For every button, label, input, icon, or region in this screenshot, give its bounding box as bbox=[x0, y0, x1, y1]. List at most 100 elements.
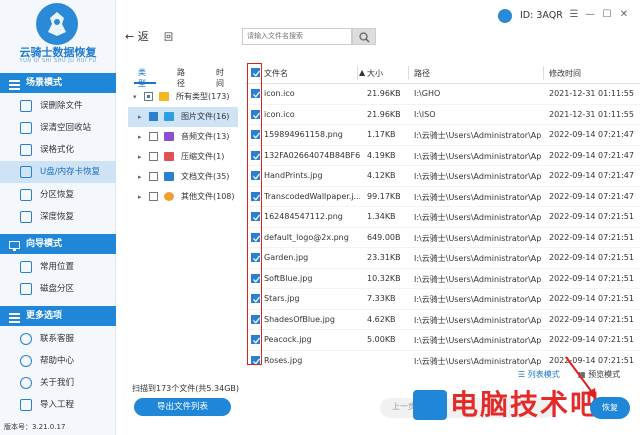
nav-recycle-bin[interactable]: 误清空回收站 bbox=[0, 117, 116, 139]
column-path[interactable]: 路径 bbox=[414, 68, 430, 79]
tree-checkbox[interactable] bbox=[144, 92, 153, 101]
cell-size: 5.00KB bbox=[367, 335, 396, 344]
nav-contact-support[interactable]: 联系客服 bbox=[0, 328, 116, 350]
search-input[interactable] bbox=[242, 28, 352, 45]
cell-size: 23.31KB bbox=[367, 253, 401, 262]
cell-name: Peacock.jpg bbox=[264, 335, 312, 344]
table-row[interactable]: TranscodedWallpaper.j... 99.17KB I:\云骑士\Us… bbox=[245, 187, 640, 207]
cell-size: 649.00B bbox=[367, 232, 401, 242]
search-icon bbox=[359, 32, 370, 43]
logo-knight-icon bbox=[36, 3, 78, 45]
cell-name: 159894961158.png bbox=[264, 130, 343, 139]
back-button[interactable]: ← 返 bbox=[125, 28, 149, 44]
nav-help-center[interactable]: 帮助中心 bbox=[0, 350, 116, 372]
tree-checkbox[interactable] bbox=[149, 152, 158, 161]
file-table: 文件名 ▲ 大小 路径 修改时间 icon.ico 21.96KB I:\GHO 20… bbox=[245, 62, 640, 367]
nav-disk-partition[interactable]: 磁盘分区 bbox=[0, 278, 116, 300]
cell-path: I:\云骑士\Users\Administrator\Ap... bbox=[414, 172, 542, 181]
nav-about-us[interactable]: 关于我们 bbox=[0, 372, 116, 394]
table-row[interactable]: icon.ico 21.96KB I:\ISO 2021-12-31 01:11:55 bbox=[245, 105, 640, 125]
home-button[interactable]: 回 bbox=[164, 30, 173, 43]
active-tab-indicator bbox=[134, 82, 156, 84]
chevron-right-icon: ▸ bbox=[138, 153, 142, 161]
cell-size: 21.96KB bbox=[367, 89, 401, 98]
cell-path: I:\云骑士\Users\Administrator\Ap... bbox=[414, 315, 542, 325]
column-divider bbox=[543, 66, 544, 80]
close-button[interactable]: ✕ bbox=[618, 9, 630, 21]
nav-deep-recovery[interactable]: 深度恢复 bbox=[0, 206, 116, 228]
tree-item-archive[interactable]: ▸ 压缩文件(1) bbox=[128, 147, 238, 167]
table-row[interactable]: HandPrints.jpg 4.12KB I:\云骑士\Users\Adminis… bbox=[245, 166, 640, 187]
section-scene-mode[interactable]: 场景模式 bbox=[0, 73, 116, 93]
cell-mtime: 2022-09-14 07:21:51 bbox=[549, 212, 634, 221]
nav-label: 联系客服 bbox=[40, 334, 75, 344]
cell-mtime: 2021-12-31 01:11:55 bbox=[549, 109, 634, 119]
disk-icon bbox=[20, 283, 32, 295]
sort-icon[interactable]: ▲ bbox=[359, 68, 365, 77]
table-row[interactable]: 159894961158.png 1.17KB I:\云骑士\Users\Admin… bbox=[245, 125, 640, 146]
section-wizard-mode[interactable]: 向导模式 bbox=[0, 234, 116, 254]
cell-name: icon.ico bbox=[264, 89, 295, 98]
nav-partition[interactable]: 分区恢复 bbox=[0, 184, 116, 206]
tree-item-all-types[interactable]: ▾ 所有类型(173) bbox=[128, 87, 238, 107]
search-button[interactable] bbox=[352, 28, 376, 45]
table-row[interactable]: Peacock.jpg 5.00KB I:\云骑士\Users\Administra… bbox=[245, 330, 640, 351]
cell-size: 10.32KB bbox=[367, 273, 401, 283]
tree-checkbox[interactable] bbox=[149, 172, 158, 181]
column-size[interactable]: 大小 bbox=[367, 68, 383, 79]
table-row[interactable]: icon.ico 21.96KB I:\GHO 2021-12-31 01:11:55 bbox=[245, 84, 640, 105]
cell-name: ShadesOfBlue.jpg bbox=[264, 314, 335, 324]
tree-item-images[interactable]: ▸ 图片文件(16) bbox=[128, 107, 238, 127]
tab-type[interactable]: 类型 bbox=[138, 67, 146, 89]
tree-checkbox[interactable] bbox=[149, 112, 158, 121]
document-icon bbox=[164, 172, 174, 181]
section-more-options[interactable]: 更多选项 bbox=[0, 306, 116, 326]
list-mode-toggle[interactable]: ☰ 列表模式 bbox=[518, 369, 560, 380]
cell-mtime: 2022-09-14 07:21:51 bbox=[549, 335, 634, 344]
table-row[interactable]: Stars.jpg 7.33KB I:\云骑士\Users\Administrato… bbox=[245, 289, 640, 310]
nav-common-locations[interactable]: 常用位置 bbox=[0, 256, 116, 278]
nav-format[interactable]: 误格式化 bbox=[0, 139, 116, 161]
cell-path: I:\GHO bbox=[414, 89, 441, 98]
column-name[interactable]: 文件名 bbox=[264, 68, 288, 79]
table-row[interactable]: ShadesOfBlue.jpg 4.62KB I:\云骑士\Users\Admin… bbox=[245, 310, 640, 330]
table-row[interactable]: default_logo@2x.png 649.00B I:\云骑士\Users\A… bbox=[245, 228, 640, 248]
nav-deleted-files[interactable]: 误删除文件 bbox=[0, 95, 116, 117]
nav-import-project[interactable]: 导入工程 bbox=[0, 394, 116, 416]
column-mtime[interactable]: 修改时间 bbox=[549, 68, 581, 79]
tree-checkbox[interactable] bbox=[149, 192, 158, 201]
checkbox-highlight-box bbox=[247, 63, 262, 365]
cell-name: SoftBlue.jpg bbox=[264, 273, 313, 283]
tree-item-audio[interactable]: ▸ 音频文件(13) bbox=[128, 127, 238, 147]
cell-name: icon.ico bbox=[264, 109, 295, 119]
chevron-right-icon: ▸ bbox=[138, 113, 142, 121]
menu-icon bbox=[9, 311, 20, 323]
arrow-left-icon: ← bbox=[125, 30, 138, 43]
headset-icon bbox=[20, 333, 32, 345]
maximize-button[interactable]: ☐ bbox=[601, 9, 613, 21]
cell-size: 4.12KB bbox=[367, 171, 396, 180]
cell-path: I:\ISO bbox=[414, 109, 436, 119]
tree-label: 其他文件(108) bbox=[181, 192, 235, 201]
usb-icon bbox=[20, 166, 32, 178]
nav-usb-card[interactable]: U盘/内存卡恢复 bbox=[0, 161, 116, 183]
nav-label: 分区恢复 bbox=[40, 190, 75, 200]
minimize-button[interactable]: — bbox=[584, 9, 596, 21]
tree-item-other[interactable]: ▸ 其他文件(108) bbox=[128, 187, 238, 207]
menu-button[interactable]: ☰ bbox=[568, 9, 580, 21]
cell-path: I:\云骑士\Users\Administrator\Ap... bbox=[414, 151, 542, 161]
tab-time[interactable]: 时间 bbox=[216, 67, 224, 89]
table-row[interactable]: 132FA02664074B84BF67... 4.19KB I:\云骑士\User… bbox=[245, 146, 640, 166]
scan-summary: 扫描到173个文件(共5.34GB) bbox=[132, 384, 240, 393]
format-icon bbox=[20, 144, 32, 156]
table-row[interactable]: 162484547112.png 1.34KB I:\云骑士\Users\Admin… bbox=[245, 207, 640, 228]
tree-checkbox[interactable] bbox=[149, 132, 158, 141]
cell-mtime: 2022-09-14 07:21:51 bbox=[549, 314, 634, 324]
export-list-button[interactable]: 导出文件列表 bbox=[134, 398, 231, 416]
table-row[interactable]: Garden.jpg 23.31KB I:\云骑士\Users\Administra… bbox=[245, 248, 640, 269]
nav-label: 关于我们 bbox=[40, 378, 75, 388]
tree-item-documents[interactable]: ▸ 文档文件(35) bbox=[128, 167, 238, 187]
table-row[interactable]: SoftBlue.jpg 10.32KB I:\云骑士\Users\Administ… bbox=[245, 269, 640, 289]
tab-path[interactable]: 路径 bbox=[177, 67, 185, 89]
cell-mtime: 2022-09-14 07:21:47 bbox=[549, 171, 634, 180]
